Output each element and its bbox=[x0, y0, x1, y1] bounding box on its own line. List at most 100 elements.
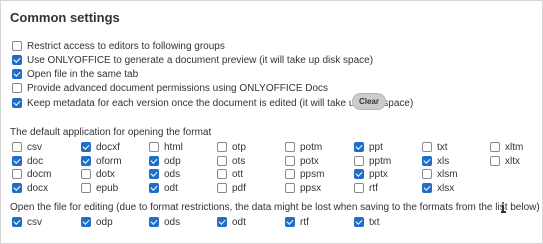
format-option[interactable]: docx bbox=[12, 182, 48, 194]
format-label: pptx bbox=[369, 168, 388, 180]
format-checkbox[interactable] bbox=[422, 169, 432, 179]
format-checkbox[interactable] bbox=[285, 156, 295, 166]
format-label: ppsm bbox=[300, 168, 325, 180]
edit-formats-label: Open the file for editing (due to format… bbox=[10, 202, 540, 213]
format-option[interactable]: ots bbox=[217, 155, 245, 167]
format-checkbox[interactable] bbox=[12, 169, 22, 179]
option-row[interactable]: Use ONLYOFFICE to generate a document pr… bbox=[12, 53, 373, 67]
format-label: rtf bbox=[369, 182, 378, 194]
format-checkbox[interactable] bbox=[354, 142, 364, 152]
format-checkbox[interactable] bbox=[81, 156, 91, 166]
edit-format-checkbox[interactable] bbox=[217, 217, 227, 227]
format-option[interactable]: potx bbox=[285, 155, 319, 167]
format-option[interactable]: ppsm bbox=[285, 168, 324, 180]
format-option[interactable]: ppsx bbox=[285, 182, 321, 194]
format-option[interactable]: docxf bbox=[81, 141, 120, 153]
format-checkbox[interactable] bbox=[490, 142, 500, 152]
format-option[interactable]: xls bbox=[422, 155, 449, 167]
format-option[interactable]: odp bbox=[149, 155, 181, 167]
edit-format-checkbox[interactable] bbox=[285, 217, 295, 227]
format-label: txt bbox=[437, 141, 448, 153]
format-option[interactable]: pdf bbox=[217, 182, 246, 194]
edit-format-checkbox[interactable] bbox=[354, 217, 364, 227]
format-checkbox[interactable] bbox=[12, 156, 22, 166]
format-checkbox[interactable] bbox=[422, 183, 432, 193]
format-option[interactable]: odt bbox=[149, 182, 178, 194]
format-option[interactable]: ods bbox=[149, 168, 180, 180]
format-option[interactable]: docm bbox=[12, 168, 51, 180]
format-label: xlsx bbox=[437, 182, 455, 194]
format-option[interactable]: txt bbox=[422, 141, 448, 153]
format-checkbox[interactable] bbox=[149, 183, 159, 193]
format-option[interactable]: html bbox=[149, 141, 183, 153]
format-label: odp bbox=[164, 155, 181, 167]
format-checkbox[interactable] bbox=[354, 183, 364, 193]
option-checkbox[interactable] bbox=[12, 69, 22, 79]
clear-button[interactable]: Clear bbox=[352, 93, 386, 110]
option-checkbox[interactable] bbox=[12, 41, 22, 51]
option-checkbox[interactable] bbox=[12, 98, 22, 108]
format-option[interactable]: oform bbox=[81, 155, 122, 167]
format-checkbox[interactable] bbox=[354, 156, 364, 166]
format-checkbox[interactable] bbox=[285, 183, 295, 193]
format-checkbox[interactable] bbox=[81, 142, 91, 152]
settings-panel: Common settings Restrict access to edito… bbox=[0, 0, 543, 244]
option-row[interactable]: Provide advanced document permissions us… bbox=[12, 81, 328, 95]
format-checkbox[interactable] bbox=[149, 156, 159, 166]
edit-format-option[interactable]: csv bbox=[12, 216, 42, 228]
edit-format-option[interactable]: ods bbox=[149, 216, 180, 228]
format-checkbox[interactable] bbox=[217, 169, 227, 179]
format-checkbox[interactable] bbox=[422, 156, 432, 166]
option-row[interactable]: Open file in the same tab bbox=[12, 67, 138, 81]
format-label: dotx bbox=[96, 168, 115, 180]
edit-format-label: rtf bbox=[300, 216, 309, 228]
info-icon[interactable] bbox=[499, 202, 507, 214]
option-row[interactable]: Restrict access to editors to following … bbox=[12, 39, 225, 53]
format-checkbox[interactable] bbox=[217, 142, 227, 152]
format-checkbox[interactable] bbox=[285, 169, 295, 179]
format-option[interactable]: otp bbox=[217, 141, 246, 153]
format-checkbox[interactable] bbox=[81, 169, 91, 179]
format-label: docm bbox=[27, 168, 52, 180]
format-option[interactable]: csv bbox=[12, 141, 42, 153]
format-option[interactable]: ppt bbox=[354, 141, 383, 153]
edit-format-option[interactable]: odt bbox=[217, 216, 246, 228]
format-option[interactable]: dotx bbox=[81, 168, 115, 180]
format-label: pdf bbox=[232, 182, 246, 194]
format-checkbox[interactable] bbox=[285, 142, 295, 152]
edit-format-option[interactable]: txt bbox=[354, 216, 380, 228]
format-checkbox[interactable] bbox=[81, 183, 91, 193]
edit-format-option[interactable]: rtf bbox=[285, 216, 309, 228]
format-label: csv bbox=[27, 141, 42, 153]
edit-format-option[interactable]: odp bbox=[81, 216, 113, 228]
format-checkbox[interactable] bbox=[217, 183, 227, 193]
format-checkbox[interactable] bbox=[490, 156, 500, 166]
format-option[interactable]: pptm bbox=[354, 155, 391, 167]
edit-format-label: txt bbox=[369, 216, 380, 228]
format-checkbox[interactable] bbox=[149, 169, 159, 179]
format-option[interactable]: ott bbox=[217, 168, 243, 180]
format-checkbox[interactable] bbox=[149, 142, 159, 152]
option-checkbox[interactable] bbox=[12, 83, 22, 93]
format-option[interactable]: xltm bbox=[490, 141, 523, 153]
format-option[interactable]: pptx bbox=[354, 168, 388, 180]
edit-format-checkbox[interactable] bbox=[12, 217, 22, 227]
format-option[interactable]: doc bbox=[12, 155, 43, 167]
format-label: pptm bbox=[369, 155, 392, 167]
format-option[interactable]: xlsm bbox=[422, 168, 458, 180]
format-option[interactable]: potm bbox=[285, 141, 322, 153]
edit-format-checkbox[interactable] bbox=[149, 217, 159, 227]
format-option[interactable]: xlsx bbox=[422, 182, 454, 194]
edit-format-checkbox[interactable] bbox=[81, 217, 91, 227]
format-option[interactable]: rtf bbox=[354, 182, 378, 194]
format-checkbox[interactable] bbox=[422, 142, 432, 152]
option-checkbox[interactable] bbox=[12, 55, 22, 65]
format-checkbox[interactable] bbox=[12, 183, 22, 193]
format-checkbox[interactable] bbox=[12, 142, 22, 152]
format-label: docx bbox=[27, 182, 49, 194]
format-checkbox[interactable] bbox=[354, 169, 364, 179]
format-option[interactable]: xltx bbox=[490, 155, 520, 167]
format-checkbox[interactable] bbox=[217, 156, 227, 166]
format-option[interactable]: epub bbox=[81, 182, 118, 194]
format-label: ott bbox=[232, 168, 244, 180]
